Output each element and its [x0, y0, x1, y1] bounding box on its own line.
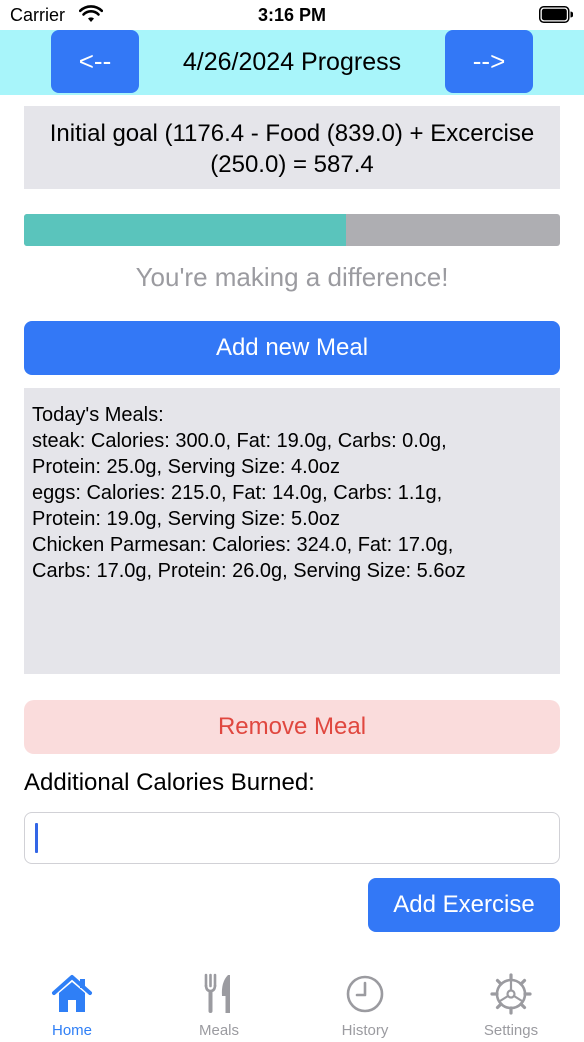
meal-line: Chicken Parmesan: Calories: 324.0, Fat: …: [32, 534, 454, 556]
tab-history[interactable]: History: [305, 972, 425, 1042]
tab-label: History: [341, 1022, 389, 1039]
calories-burned-input[interactable]: [24, 812, 560, 864]
meal-line: Protein: 19.0g, Serving Size: 5.0oz: [32, 508, 340, 530]
meal-line: Carbs: 17.0g, Protein: 26.0g, Serving Si…: [32, 560, 466, 582]
remove-meal-button[interactable]: Remove Meal: [24, 700, 560, 754]
previous-day-button[interactable]: <--: [51, 30, 139, 93]
tab-label: Home: [51, 1022, 92, 1039]
tab-label: Settings: [483, 1022, 539, 1039]
text-caret: [35, 823, 38, 853]
motivation-message: You're making a difference!: [135, 262, 449, 292]
tab-meals[interactable]: Meals: [159, 972, 279, 1042]
battery-icon: [539, 6, 573, 23]
tab-bar: Home Meals History Settings: [0, 960, 584, 1042]
add-meal-button[interactable]: Add new Meal: [24, 321, 560, 375]
clock-time: 3:16 PM: [257, 5, 327, 25]
meal-line: Protein: 25.0g, Serving Size: 4.0oz: [32, 456, 340, 478]
meal-line: eggs: Calories: 215.0, Fat: 14.0g, Carbs…: [32, 482, 443, 504]
house-icon: [52, 975, 92, 1012]
goal-summary-line: Initial goal (1176.4 - Food (839.0) + Ex…: [49, 120, 535, 147]
clock-icon: [346, 975, 384, 1013]
next-day-button[interactable]: -->: [445, 30, 533, 93]
meals-heading: Today's Meals:: [32, 404, 164, 426]
goal-summary-line: (250.0) = 587.4: [210, 151, 374, 178]
goal-summary: Initial goal (1176.4 - Food (839.0) + Ex…: [24, 106, 560, 189]
page-title: 4/26/2024 Progress: [182, 48, 402, 76]
meals-list[interactable]: Today's Meals: steak: Calories: 300.0, F…: [24, 388, 560, 674]
fork-knife-icon: [204, 973, 230, 1013]
gear-icon: [490, 973, 532, 1015]
tab-label: Meals: [198, 1022, 239, 1039]
status-bar: Carrier 3:16 PM: [0, 0, 584, 30]
progress-fill: [24, 214, 346, 246]
add-exercise-button[interactable]: Add Exercise: [368, 878, 560, 932]
meal-line: steak: Calories: 300.0, Fat: 19.0g, Carb…: [32, 430, 447, 452]
calories-burned-label: Additional Calories Burned:: [24, 769, 315, 796]
tab-home[interactable]: Home: [12, 972, 132, 1042]
tab-settings[interactable]: Settings: [451, 972, 571, 1042]
progress-bar: [24, 214, 560, 246]
